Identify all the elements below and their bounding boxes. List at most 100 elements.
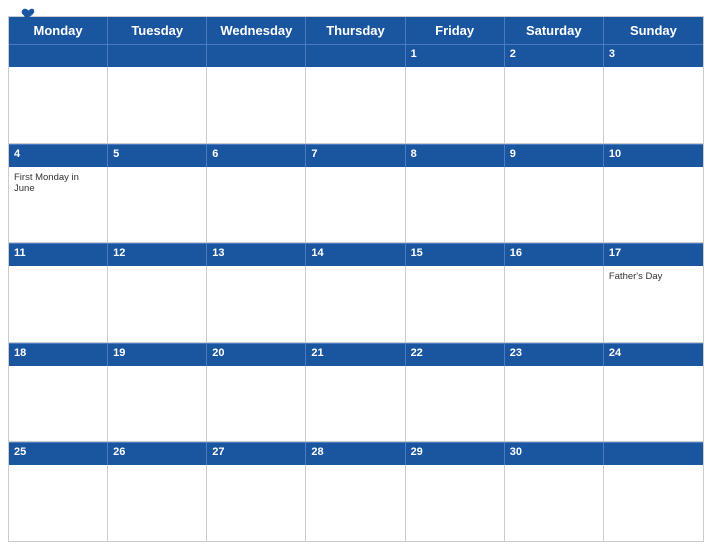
day-content-cell bbox=[108, 366, 207, 442]
week-1: 123 bbox=[9, 44, 703, 143]
date-number: 28 bbox=[311, 446, 399, 458]
date-number-cell: 9 bbox=[505, 145, 604, 167]
date-number: 11 bbox=[14, 247, 102, 259]
day-content-cell: First Monday in June bbox=[9, 167, 108, 243]
day-header-friday: Friday bbox=[406, 17, 505, 44]
day-content-cell bbox=[406, 67, 505, 143]
day-content-cell bbox=[505, 366, 604, 442]
date-number-cell: 30 bbox=[505, 443, 604, 465]
date-number-cell bbox=[604, 443, 703, 465]
date-number-cell: 5 bbox=[108, 145, 207, 167]
date-number: 15 bbox=[411, 247, 499, 259]
date-number-cell: 19 bbox=[108, 344, 207, 366]
week-number-row-5: 25 26 27 28 29 30 bbox=[9, 442, 703, 465]
day-content-cell bbox=[505, 67, 604, 143]
calendar-header bbox=[0, 0, 712, 16]
date-number: 5 bbox=[113, 148, 201, 160]
date-number-cell: 1 bbox=[406, 45, 505, 67]
week-content-row-5 bbox=[9, 465, 703, 541]
days-header: MondayTuesdayWednesdayThursdayFridaySatu… bbox=[9, 17, 703, 44]
date-number: 27 bbox=[212, 446, 300, 458]
date-number-cell: 16 bbox=[505, 244, 604, 266]
date-number: 7 bbox=[311, 148, 399, 160]
date-number-cell: 29 bbox=[406, 443, 505, 465]
week-content-row-1 bbox=[9, 67, 703, 143]
day-content-cell bbox=[9, 266, 108, 342]
date-number: 30 bbox=[510, 446, 598, 458]
day-header-sunday: Sunday bbox=[604, 17, 703, 44]
day-content-cell bbox=[406, 465, 505, 541]
date-number-cell: 3 bbox=[604, 45, 703, 67]
date-number: 1 bbox=[411, 48, 499, 60]
holiday-label: Father's Day bbox=[609, 271, 698, 282]
date-number: 12 bbox=[113, 247, 201, 259]
date-number: 10 bbox=[609, 148, 698, 160]
date-number-cell: 23 bbox=[505, 344, 604, 366]
day-content-cell bbox=[604, 465, 703, 541]
date-number: 29 bbox=[411, 446, 499, 458]
date-number-cell: 7 bbox=[306, 145, 405, 167]
date-number-cell: 27 bbox=[207, 443, 306, 465]
date-number-cell: 24 bbox=[604, 344, 703, 366]
day-content-cell bbox=[604, 366, 703, 442]
date-number-cell: 22 bbox=[406, 344, 505, 366]
day-content-cell bbox=[604, 67, 703, 143]
day-header-saturday: Saturday bbox=[505, 17, 604, 44]
day-content-cell bbox=[306, 366, 405, 442]
date-number-cell: 17 bbox=[604, 244, 703, 266]
day-header-thursday: Thursday bbox=[306, 17, 405, 44]
week-4: 18192021222324 bbox=[9, 342, 703, 442]
date-number-cell: 12 bbox=[108, 244, 207, 266]
day-content-cell bbox=[207, 167, 306, 243]
week-3: 11 12 13 14 15 16 17 Father's Day bbox=[9, 242, 703, 342]
day-content-cell bbox=[406, 167, 505, 243]
week-number-row-3: 11 12 13 14 15 16 17 bbox=[9, 243, 703, 266]
week-number-row-4: 18192021222324 bbox=[9, 343, 703, 366]
date-number-cell: 2 bbox=[505, 45, 604, 67]
day-content-cell bbox=[9, 366, 108, 442]
date-number-cell: 18 bbox=[9, 344, 108, 366]
date-number-cell: 4 bbox=[9, 145, 108, 167]
week-number-row-1: 123 bbox=[9, 44, 703, 67]
date-number-cell: 13 bbox=[207, 244, 306, 266]
week-number-row-2: 456789 10 bbox=[9, 144, 703, 167]
day-content-cell bbox=[306, 167, 405, 243]
day-header-wednesday: Wednesday bbox=[207, 17, 306, 44]
day-content-cell bbox=[406, 366, 505, 442]
date-number: 6 bbox=[212, 148, 300, 160]
date-number-cell bbox=[9, 45, 108, 67]
week-2: 456789 10 First Monday in June bbox=[9, 143, 703, 243]
date-number-cell: 26 bbox=[108, 443, 207, 465]
week-content-row-3: Father's Day bbox=[9, 266, 703, 342]
day-content-cell bbox=[9, 67, 108, 143]
date-number: 14 bbox=[311, 247, 399, 259]
week-content-row-4 bbox=[9, 366, 703, 442]
week-5: 25 26 27 28 29 30 bbox=[9, 441, 703, 541]
date-number: 22 bbox=[411, 347, 499, 359]
day-content-cell bbox=[207, 465, 306, 541]
date-number: 3 bbox=[609, 48, 698, 60]
date-number-cell: 15 bbox=[406, 244, 505, 266]
date-number-cell: 8 bbox=[406, 145, 505, 167]
day-content-cell bbox=[207, 266, 306, 342]
day-content-cell bbox=[108, 465, 207, 541]
date-number-cell: 21 bbox=[306, 344, 405, 366]
date-number-cell bbox=[207, 45, 306, 67]
day-content-cell bbox=[505, 266, 604, 342]
logo-bird-icon bbox=[18, 8, 36, 22]
date-number: 19 bbox=[113, 347, 201, 359]
date-number-cell: 10 bbox=[604, 145, 703, 167]
date-number-cell: 14 bbox=[306, 244, 405, 266]
date-number: 25 bbox=[14, 446, 102, 458]
day-content-cell: Father's Day bbox=[604, 266, 703, 342]
calendar: MondayTuesdayWednesdayThursdayFridaySatu… bbox=[8, 16, 704, 542]
date-number: 8 bbox=[411, 148, 499, 160]
date-number-cell: 25 bbox=[9, 443, 108, 465]
day-content-cell bbox=[505, 465, 604, 541]
logo bbox=[16, 8, 36, 22]
date-number: 2 bbox=[510, 48, 598, 60]
date-number: 16 bbox=[510, 247, 598, 259]
date-number: 17 bbox=[609, 247, 698, 259]
date-number: 24 bbox=[609, 347, 698, 359]
day-content-cell bbox=[108, 167, 207, 243]
